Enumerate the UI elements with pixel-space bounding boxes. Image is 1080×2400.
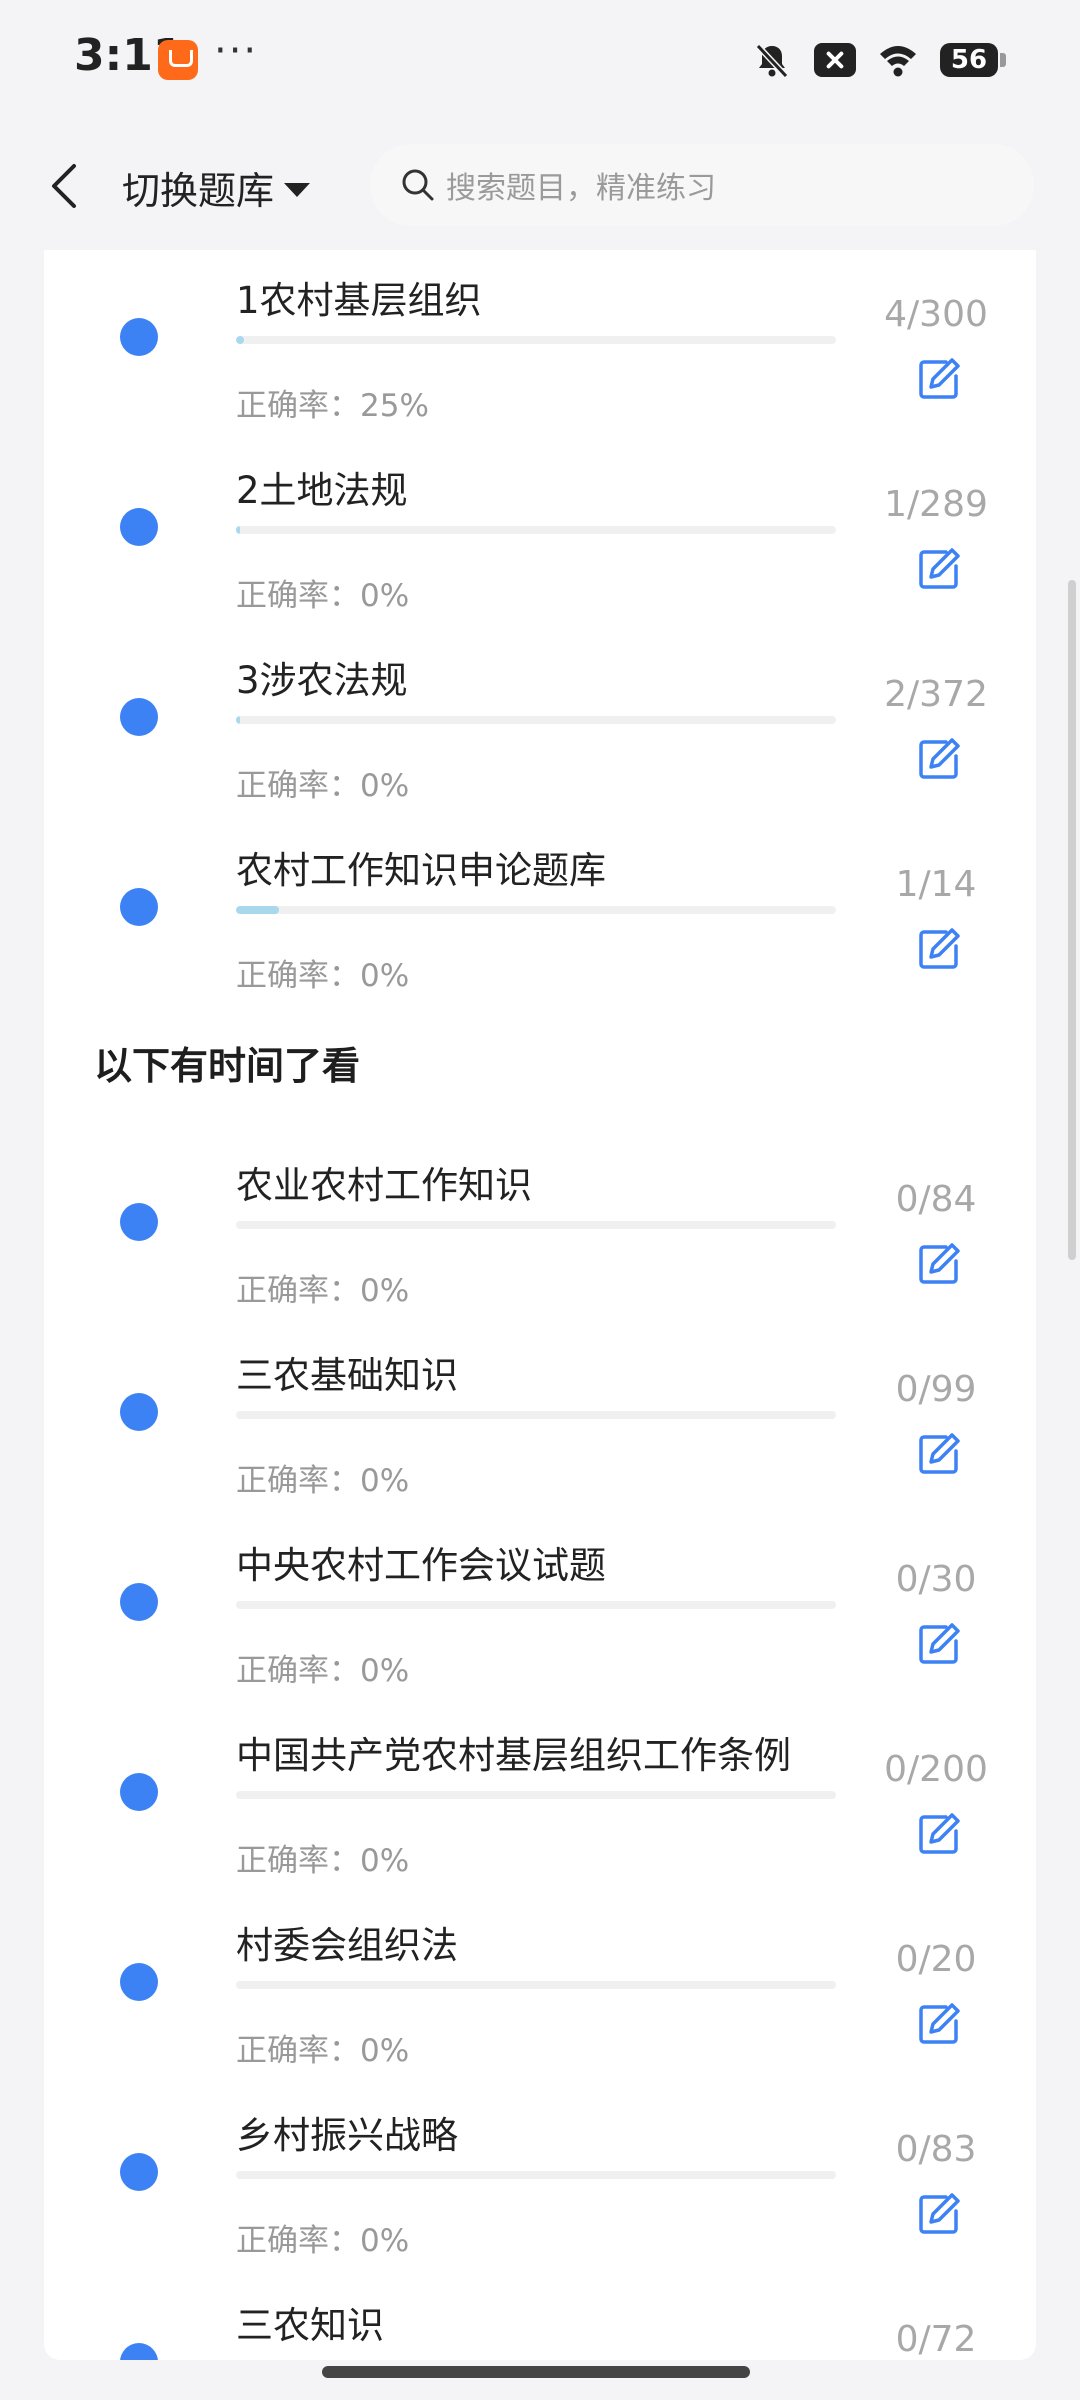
shopping-app-icon bbox=[158, 40, 198, 80]
home-indicator[interactable] bbox=[322, 2366, 750, 2378]
bank-title: 农业农村工作知识 bbox=[236, 1164, 532, 1207]
bank-title: 乡村振兴战略 bbox=[236, 2114, 458, 2157]
bank-title: 三农知识 bbox=[236, 2304, 384, 2347]
accuracy-text: 正确率：0% bbox=[236, 1273, 410, 1309]
progress-count: 0/20 bbox=[895, 1939, 977, 1980]
progress-bar bbox=[236, 1981, 836, 1989]
progress-count: 0/200 bbox=[884, 1749, 988, 1790]
progress-fill bbox=[236, 336, 244, 344]
progress-bar bbox=[236, 906, 836, 914]
status-icons: 56 bbox=[752, 36, 1006, 84]
bank-list-item[interactable]: 农业农村工作知识正确率：0% 0/84 bbox=[44, 1135, 1036, 1325]
progress-count: 1/289 bbox=[884, 484, 988, 525]
edit-icon[interactable] bbox=[916, 736, 962, 782]
progress-bar bbox=[236, 526, 836, 534]
status-dot bbox=[120, 2153, 158, 2191]
accuracy-text: 正确率：0% bbox=[236, 1653, 410, 1689]
progress-count: 2/372 bbox=[884, 674, 988, 715]
bank-list-item[interactable]: 中国共产党农村基层组织工作条例正确率：0% 0/200 bbox=[44, 1705, 1036, 1895]
progress-count: 0/30 bbox=[895, 1559, 977, 1600]
edit-icon[interactable] bbox=[916, 2001, 962, 2047]
status-dot bbox=[120, 888, 158, 926]
switch-bank-label: 切换题库 bbox=[122, 169, 275, 213]
progress-count: 0/99 bbox=[895, 1369, 977, 1410]
progress-bar bbox=[236, 1411, 836, 1419]
bank-list-item[interactable]: 2土地法规正确率：0% 1/289 bbox=[44, 440, 1036, 630]
accuracy-text: 正确率：0% bbox=[236, 1463, 410, 1499]
search-placeholder: 搜索题目，精准练习 bbox=[446, 171, 716, 206]
progress-fill bbox=[236, 906, 279, 914]
edit-icon[interactable] bbox=[916, 2191, 962, 2237]
edit-icon[interactable] bbox=[916, 546, 962, 592]
bank-list-item[interactable]: 三农基础知识正确率：0% 0/99 bbox=[44, 1325, 1036, 1515]
edit-icon[interactable] bbox=[916, 1621, 962, 1667]
bank-list-item[interactable]: 农村工作知识申论题库正确率：0% 1/14 bbox=[44, 820, 1036, 1010]
search-input[interactable]: 搜索题目，精准练习 bbox=[370, 144, 1034, 226]
status-dot bbox=[120, 1773, 158, 1811]
accuracy-text: 正确率：0% bbox=[236, 2223, 410, 2259]
question-bank-list: 1农村基层组织正确率：25% 4/300 2土地法规正确率：0% 1/289 3涉农法规… bbox=[44, 250, 1036, 2360]
bank-list-item[interactable]: 3涉农法规正确率：0% 2/372 bbox=[44, 630, 1036, 820]
progress-count: 0/84 bbox=[895, 1179, 977, 1220]
bank-list-item[interactable]: 三农知识 0/72 bbox=[44, 2275, 1036, 2360]
bank-title: 村委会组织法 bbox=[236, 1924, 458, 1967]
progress-fill bbox=[236, 526, 241, 534]
status-dot bbox=[120, 1393, 158, 1431]
progress-count: 0/72 bbox=[895, 2319, 977, 2360]
bank-title: 中国共产党农村基层组织工作条例 bbox=[236, 1734, 791, 1777]
accuracy-text: 正确率：0% bbox=[236, 2033, 410, 2069]
notification-x-icon bbox=[814, 43, 856, 77]
status-dot bbox=[120, 698, 158, 736]
bank-title: 农村工作知识申论题库 bbox=[236, 849, 606, 892]
bank-list-item[interactable]: 1农村基层组织正确率：25% 4/300 bbox=[44, 250, 1036, 440]
wifi-icon bbox=[880, 46, 916, 77]
bank-title: 3涉农法规 bbox=[236, 659, 408, 702]
progress-bar bbox=[236, 336, 836, 344]
section-heading-text: 以下有时间了看 bbox=[94, 1044, 361, 1088]
bank-title: 1农村基层组织 bbox=[236, 279, 482, 322]
accuracy-text: 正确率：25% bbox=[236, 388, 429, 424]
top-bar: 切换题库 搜索题目，精准练习 bbox=[0, 120, 1080, 250]
progress-bar bbox=[236, 716, 836, 724]
bank-title: 中央农村工作会议试题 bbox=[236, 1544, 606, 1587]
progress-count: 0/83 bbox=[895, 2129, 977, 2170]
bank-title: 三农基础知识 bbox=[236, 1354, 458, 1397]
bank-list-item[interactable]: 中央农村工作会议试题正确率：0% 0/30 bbox=[44, 1515, 1036, 1705]
bank-list-item[interactable]: 乡村振兴战略正确率：0% 0/83 bbox=[44, 2085, 1036, 2275]
accuracy-text: 正确率：0% bbox=[236, 1843, 410, 1879]
bank-list-item[interactable]: 村委会组织法正确率：0% 0/20 bbox=[44, 1895, 1036, 2085]
search-icon bbox=[402, 169, 434, 201]
progress-count: 4/300 bbox=[884, 294, 988, 335]
progress-bar bbox=[236, 1791, 836, 1799]
caret-down-icon bbox=[284, 182, 311, 197]
edit-icon[interactable] bbox=[916, 356, 962, 402]
scrollbar[interactable] bbox=[1068, 580, 1076, 1260]
status-dot bbox=[120, 2343, 158, 2360]
progress-fill bbox=[236, 716, 241, 724]
status-dot bbox=[120, 318, 158, 356]
edit-icon[interactable] bbox=[916, 1431, 962, 1477]
switch-bank-dropdown[interactable]: 切换题库 bbox=[122, 160, 311, 215]
progress-bar bbox=[236, 1601, 836, 1609]
edit-icon[interactable] bbox=[916, 926, 962, 972]
progress-bar bbox=[236, 1221, 836, 1229]
status-dot bbox=[120, 1963, 158, 2001]
accuracy-text: 正确率：0% bbox=[236, 958, 410, 994]
edit-icon[interactable] bbox=[916, 1811, 962, 1857]
status-dot bbox=[120, 508, 158, 546]
section-heading: 以下有时间了看 bbox=[94, 1035, 361, 1092]
more-notifications-icon: ··· bbox=[214, 28, 259, 74]
bell-muted-icon bbox=[755, 43, 789, 79]
accuracy-text: 正确率：0% bbox=[236, 768, 410, 804]
back-arrow-icon[interactable] bbox=[44, 160, 84, 212]
accuracy-text: 正确率：0% bbox=[236, 578, 410, 614]
status-dot bbox=[120, 1203, 158, 1241]
edit-icon[interactable] bbox=[916, 1241, 962, 1287]
bank-title: 2土地法规 bbox=[236, 469, 408, 512]
progress-bar bbox=[236, 2171, 836, 2179]
status-bar: 3:11 ··· 56 bbox=[0, 0, 1080, 120]
battery-indicator: 56 bbox=[940, 43, 1006, 77]
progress-count: 1/14 bbox=[895, 864, 977, 905]
status-dot bbox=[120, 1583, 158, 1621]
